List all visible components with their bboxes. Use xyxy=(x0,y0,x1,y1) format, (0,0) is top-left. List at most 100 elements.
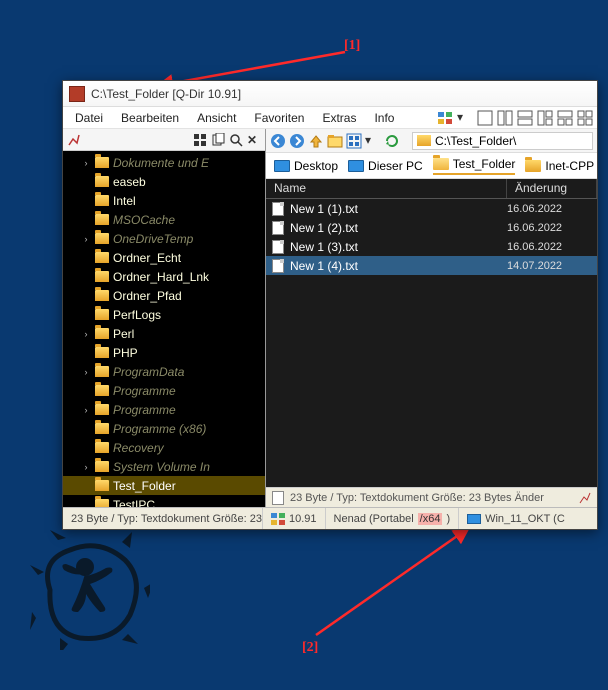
tree-item[interactable]: Intel xyxy=(63,191,265,210)
file-icon xyxy=(272,202,284,216)
tree-item[interactable]: Recovery xyxy=(63,438,265,457)
menu-fav[interactable]: Favoriten xyxy=(246,108,312,128)
tree-item-label: OneDriveTemp xyxy=(113,232,193,246)
tree-item-label: Programme xyxy=(113,403,176,417)
file-icon xyxy=(272,259,284,273)
tree-item[interactable]: Ordner_Pfad xyxy=(63,286,265,305)
file-row[interactable]: New 1 (4).txt14.07.2022 xyxy=(266,256,597,275)
window-title: C:\Test_Folder [Q-Dir 10.91] xyxy=(91,87,241,101)
menu-info[interactable]: Info xyxy=(366,108,402,128)
layout-2v-icon[interactable] xyxy=(497,110,513,126)
layout-windows-icon[interactable] xyxy=(437,110,453,126)
status-left: 23 Byte / Typ: Textdokument Größe: 23 By… xyxy=(63,508,263,529)
tree-tool-icon[interactable] xyxy=(67,133,81,147)
status-version: 10.91 xyxy=(263,508,326,529)
file-date: 16.06.2022 xyxy=(507,203,597,215)
tree-item[interactable]: Programme (x86) xyxy=(63,419,265,438)
crumb-extra[interactable]: Inet-CPP xyxy=(525,159,594,173)
menu-extras[interactable]: Extras xyxy=(314,108,364,128)
expand-icon[interactable]: › xyxy=(81,158,91,168)
tree-item[interactable]: Ordner_Echt xyxy=(63,248,265,267)
pane-tool-icon[interactable] xyxy=(579,492,591,504)
list-header: Name Änderung xyxy=(266,179,597,199)
nav-forward-icon[interactable] xyxy=(289,133,305,149)
tree-item[interactable]: › Perl xyxy=(63,324,265,343)
expand-icon[interactable]: › xyxy=(81,405,91,415)
file-name: New 1 (2).txt xyxy=(290,221,507,235)
crumb-current[interactable]: Test_Folder xyxy=(433,157,516,175)
tree-item[interactable]: easeb xyxy=(63,172,265,191)
tree-item[interactable]: TestIPC xyxy=(63,495,265,507)
tree-item[interactable]: PerfLogs xyxy=(63,305,265,324)
file-name: New 1 (4).txt xyxy=(290,259,507,273)
file-row[interactable]: New 1 (2).txt16.06.2022 xyxy=(266,218,597,237)
folder-fav-icon[interactable] xyxy=(327,133,343,149)
layout-1-icon[interactable] xyxy=(477,110,493,126)
crumb-thispc-label: Dieser PC xyxy=(368,159,423,173)
folder-icon xyxy=(95,385,109,396)
tree-item[interactable]: PHP xyxy=(63,343,265,362)
tree-item[interactable]: ›ProgramData xyxy=(63,362,265,381)
grid-icon[interactable] xyxy=(193,133,207,147)
decorative-figure xyxy=(30,530,150,650)
expand-icon[interactable]: › xyxy=(81,234,91,244)
layout-3-icon[interactable] xyxy=(537,110,553,126)
refresh-icon[interactable] xyxy=(384,133,400,149)
computer-icon xyxy=(348,160,364,172)
col-modified[interactable]: Änderung xyxy=(507,179,597,198)
file-list[interactable]: New 1 (1).txt16.06.2022New 1 (2).txt16.0… xyxy=(266,199,597,487)
layout-3b-icon[interactable] xyxy=(557,110,573,126)
search-icon[interactable] xyxy=(229,133,243,147)
status-user-arch: /x64 xyxy=(418,513,443,525)
file-row[interactable]: New 1 (1).txt16.06.2022 xyxy=(266,199,597,218)
tree-item[interactable]: Programme xyxy=(63,381,265,400)
tree-toolbar: ✕ xyxy=(63,129,265,151)
crumb-desktop[interactable]: Desktop xyxy=(274,159,338,173)
folder-icon xyxy=(95,271,109,282)
folder-icon xyxy=(95,404,109,415)
pane-status-text: 23 Byte / Typ: Textdokument Größe: 23 By… xyxy=(290,492,544,504)
address-bar[interactable]: C:\Test_Folder\ xyxy=(412,132,593,150)
tree-item-label: MSOCache xyxy=(113,213,175,227)
folder-icon xyxy=(95,423,109,434)
tree-item[interactable]: ›System Volume In xyxy=(63,457,265,476)
folder-icon xyxy=(95,309,109,320)
menu-view[interactable]: Ansicht xyxy=(189,108,244,128)
menu-file[interactable]: Datei xyxy=(67,108,111,128)
callout-2-label: [2] xyxy=(302,640,318,656)
folder-icon xyxy=(95,499,109,507)
expand-icon[interactable]: › xyxy=(81,462,91,472)
tree-item-label: Perl xyxy=(113,327,134,341)
folder-tree-pane: ✕ ›Dokumente und EeasebIntel MSOCache › One… xyxy=(63,129,266,507)
tree-item-label: Ordner_Pfad xyxy=(113,289,182,303)
col-name[interactable]: Name xyxy=(266,179,507,198)
layout-2h-icon[interactable] xyxy=(517,110,533,126)
title-bar[interactable]: C:\Test_Folder [Q-Dir 10.91] xyxy=(63,81,597,107)
folder-tree[interactable]: ›Dokumente und EeasebIntel MSOCache › OneDr… xyxy=(63,151,265,507)
tree-item[interactable]: MSOCache xyxy=(63,210,265,229)
file-icon xyxy=(272,221,284,235)
callout-2-arrow xyxy=(310,530,500,640)
close-pane-icon[interactable]: ✕ xyxy=(247,133,261,147)
status-os: Win_11_OKT (C xyxy=(459,508,573,529)
nav-up-icon[interactable] xyxy=(308,133,324,149)
layout-4-icon[interactable] xyxy=(577,110,593,126)
folder-icon xyxy=(95,347,109,358)
tree-item[interactable]: › OneDriveTemp xyxy=(63,229,265,248)
file-row[interactable]: New 1 (3).txt16.06.2022 xyxy=(266,237,597,256)
tree-item[interactable]: Ordner_Hard_Lnk xyxy=(63,267,265,286)
file-icon xyxy=(272,240,284,254)
menu-edit[interactable]: Bearbeiten xyxy=(113,108,187,128)
crumb-thispc[interactable]: Dieser PC xyxy=(348,159,423,173)
tree-item[interactable]: Test_Folder xyxy=(63,476,265,495)
status-left-text: 23 Byte / Typ: Textdokument Größe: 23 By… xyxy=(71,513,263,525)
expand-icon[interactable]: › xyxy=(81,367,91,377)
tree-item[interactable]: › Programme xyxy=(63,400,265,419)
expand-icon[interactable]: › xyxy=(81,329,91,339)
folder-icon xyxy=(95,157,109,168)
copy-icon[interactable] xyxy=(211,133,225,147)
view-mode-icon[interactable] xyxy=(346,133,362,149)
menu-bar: Datei Bearbeiten Ansicht Favoriten Extra… xyxy=(63,107,597,129)
nav-back-icon[interactable] xyxy=(270,133,286,149)
tree-item[interactable]: ›Dokumente und E xyxy=(63,153,265,172)
